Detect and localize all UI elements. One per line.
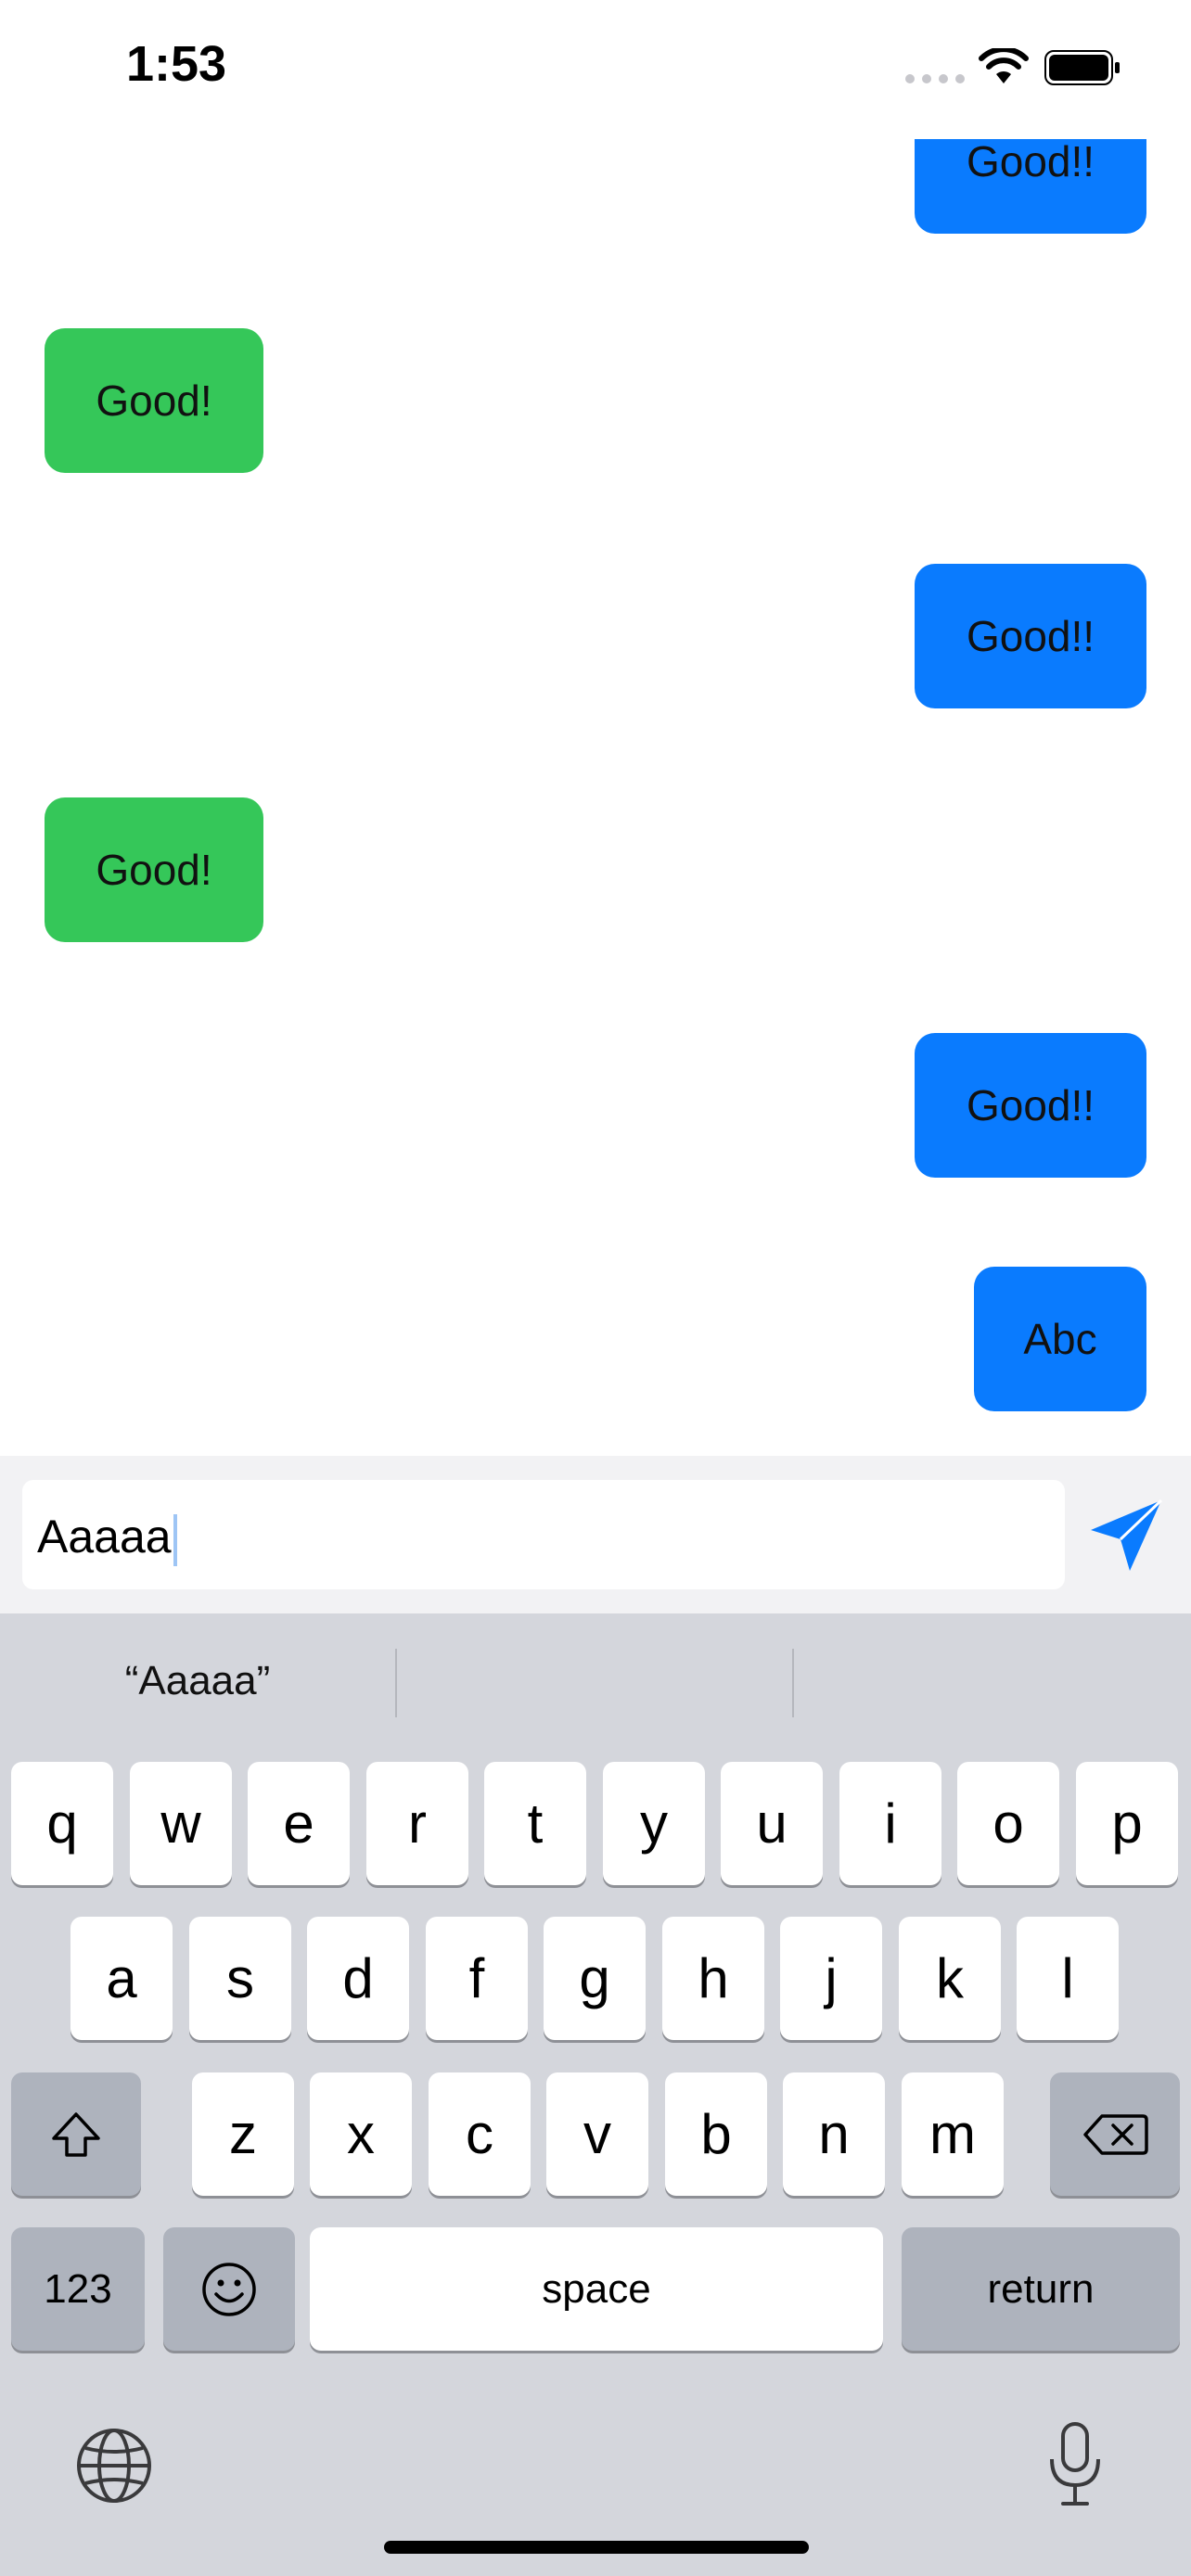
message-text: Good!	[96, 846, 212, 894]
key-z[interactable]: z	[192, 2072, 294, 2196]
microphone-icon[interactable]	[1046, 2420, 1104, 2509]
key-l[interactable]: l	[1017, 1917, 1119, 2040]
key-g[interactable]: g	[544, 1917, 646, 2040]
delete-key[interactable]	[1050, 2072, 1180, 2196]
message-bubble-outgoing: Good!!	[915, 1033, 1146, 1178]
message-text: Good!	[96, 376, 212, 425]
keyboard: “Aaaaa” q w e r t y u i o p a s d f g h …	[0, 1613, 1191, 2576]
key-s[interactable]: s	[189, 1917, 291, 2040]
message-text: Good!!	[966, 612, 1095, 660]
send-icon[interactable]	[1085, 1493, 1169, 1576]
key-v[interactable]: v	[546, 2072, 648, 2196]
key-y[interactable]: y	[603, 1762, 705, 1885]
key-q[interactable]: q	[11, 1762, 113, 1885]
status-bar: 1:53	[0, 0, 1191, 139]
key-p[interactable]: p	[1076, 1762, 1178, 1885]
key-h[interactable]: h	[662, 1917, 764, 2040]
message-bubble-incoming: Good!	[45, 328, 263, 473]
return-key[interactable]: return	[902, 2227, 1180, 2351]
key-f[interactable]: f	[426, 1917, 528, 2040]
suggestion-divider	[792, 1649, 794, 1717]
key-e[interactable]: e	[248, 1762, 350, 1885]
globe-icon[interactable]	[74, 2426, 154, 2506]
message-bubble-outgoing: Good!!	[915, 139, 1146, 234]
battery-icon	[1044, 50, 1120, 85]
emoji-key[interactable]	[163, 2227, 295, 2351]
key-x[interactable]: x	[310, 2072, 412, 2196]
key-w[interactable]: w	[130, 1762, 232, 1885]
wifi-icon	[979, 48, 1029, 83]
message-list[interactable]: Good!! Good! Good!! Good! Good!! Abc	[0, 139, 1191, 1456]
shift-icon	[52, 2111, 100, 2157]
home-indicator	[384, 2541, 809, 2554]
key-b[interactable]: b	[665, 2072, 767, 2196]
message-text: Good!!	[966, 1081, 1095, 1129]
message-text: Abc	[1023, 1315, 1097, 1363]
suggestion-divider	[395, 1649, 397, 1717]
message-text: Good!!	[966, 139, 1095, 185]
delete-icon	[1083, 2113, 1148, 2155]
status-time: 1:53	[126, 36, 227, 92]
key-r[interactable]: r	[366, 1762, 468, 1885]
cellular-signal-icon	[905, 74, 965, 85]
shift-key[interactable]	[11, 2072, 141, 2196]
key-n[interactable]: n	[783, 2072, 885, 2196]
key-i[interactable]: i	[839, 1762, 941, 1885]
message-bubble-incoming: Good!	[45, 797, 263, 942]
key-a[interactable]: a	[70, 1917, 173, 2040]
message-bubble-outgoing: Good!!	[915, 564, 1146, 708]
message-bubble-outgoing: Abc	[974, 1267, 1146, 1411]
key-u[interactable]: u	[721, 1762, 823, 1885]
message-input-value: Aaaaa	[37, 1511, 172, 1562]
key-j[interactable]: j	[780, 1917, 882, 2040]
text-cursor	[173, 1513, 177, 1566]
message-input[interactable]: Aaaaa	[22, 1480, 1065, 1589]
key-o[interactable]: o	[957, 1762, 1059, 1885]
space-key[interactable]: space	[310, 2227, 883, 2351]
key-k[interactable]: k	[899, 1917, 1001, 2040]
suggestion-item[interactable]: “Aaaaa”	[0, 1658, 395, 1704]
key-d[interactable]: d	[307, 1917, 409, 2040]
key-c[interactable]: c	[429, 2072, 531, 2196]
numbers-key[interactable]: 123	[11, 2227, 145, 2351]
key-m[interactable]: m	[902, 2072, 1004, 2196]
key-t[interactable]: t	[484, 1762, 586, 1885]
emoji-icon	[202, 2262, 256, 2316]
composer-bar: Aaaaa	[0, 1456, 1191, 1613]
